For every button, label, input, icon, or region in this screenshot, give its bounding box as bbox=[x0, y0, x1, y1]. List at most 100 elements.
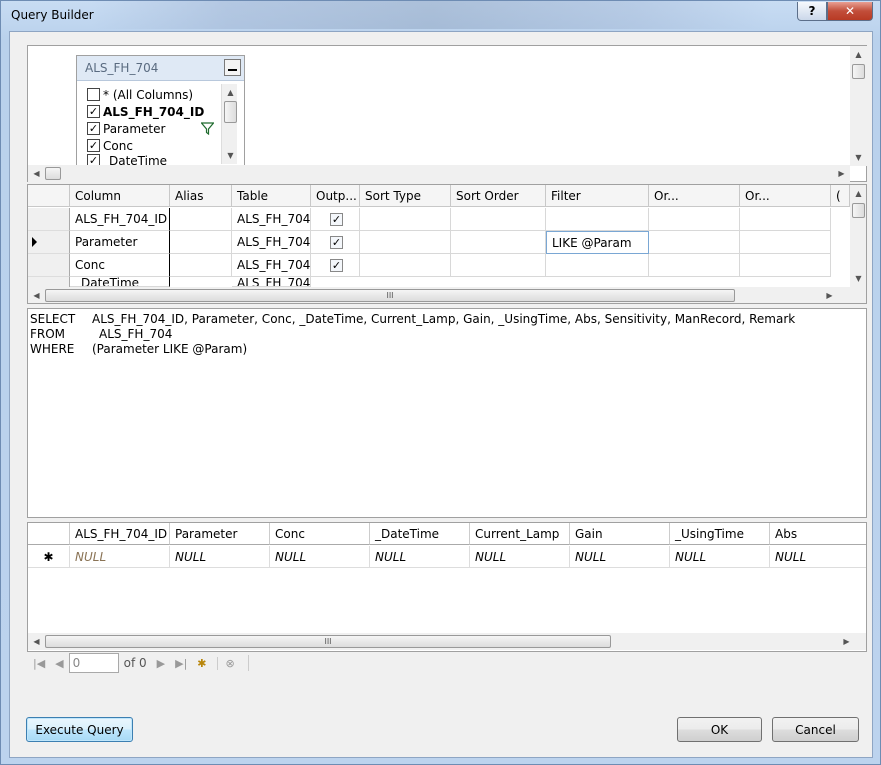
checkbox[interactable]: ✓ bbox=[87, 139, 100, 152]
column-item-parameter[interactable]: ✓ Parameter bbox=[87, 120, 165, 137]
header-output[interactable]: Outp... bbox=[311, 185, 360, 207]
criteria-pane[interactable]: Column Alias Table Outp... Sort Type Sor… bbox=[27, 184, 867, 304]
table-box[interactable]: ALS_FH_704 * (All Columns) ✓ ALS_FH_704_… bbox=[76, 55, 245, 166]
cell-alias[interactable] bbox=[170, 231, 232, 254]
cell-sort-type[interactable] bbox=[360, 231, 451, 254]
cancel-button[interactable]: Cancel bbox=[772, 717, 859, 742]
result-cell[interactable]: NULL bbox=[570, 546, 670, 568]
scrollbar-thumb[interactable] bbox=[224, 101, 237, 123]
next-record-icon[interactable]: ▶ bbox=[157, 657, 165, 670]
record-position-input[interactable]: 0 bbox=[68, 653, 119, 673]
execute-query-button[interactable]: Execute Query bbox=[26, 717, 133, 742]
scrollbar-thumb[interactable] bbox=[45, 167, 61, 180]
cell-table[interactable]: ALS_FH_704 bbox=[232, 254, 311, 277]
diagram-pane[interactable]: ALS_FH_704 * (All Columns) ✓ ALS_FH_704_… bbox=[27, 45, 867, 182]
scroll-up-arrow-icon[interactable]: ▲ bbox=[850, 185, 866, 202]
scroll-right-arrow-icon[interactable]: ▶ bbox=[821, 287, 838, 303]
scroll-up-arrow-icon[interactable]: ▲ bbox=[222, 84, 239, 101]
result-cell[interactable]: NULL bbox=[470, 546, 570, 568]
results-header-usingtime[interactable]: _UsingTime bbox=[670, 523, 770, 545]
filter-input[interactable]: LIKE @Param bbox=[546, 231, 649, 254]
header-table[interactable]: Table bbox=[232, 185, 311, 207]
cell-sort-order[interactable] bbox=[451, 254, 546, 277]
header-alias[interactable]: Alias bbox=[170, 185, 232, 207]
cell-output[interactable]: ✓ bbox=[311, 208, 360, 231]
result-cell[interactable]: NULL bbox=[670, 546, 770, 568]
checkbox[interactable]: ✓ bbox=[87, 122, 100, 135]
row-header[interactable] bbox=[28, 254, 70, 277]
output-checkbox[interactable]: ✓ bbox=[330, 259, 343, 272]
scroll-right-arrow-icon[interactable]: ▶ bbox=[838, 633, 855, 650]
cell-column[interactable]: ALS_FH_704_ID bbox=[70, 208, 170, 231]
cell-table[interactable]: ALS_FH_704 bbox=[232, 208, 311, 231]
criteria-horizontal-scrollbar[interactable]: ◀ III ▶ bbox=[28, 287, 866, 303]
cell-alias[interactable] bbox=[170, 208, 232, 231]
cell-filter[interactable] bbox=[546, 254, 649, 277]
results-header-abs[interactable]: Abs bbox=[770, 523, 866, 545]
row-header-selected[interactable] bbox=[28, 231, 70, 254]
sql-pane[interactable]: SELECT ALS_FH_704_ID, Parameter, Conc, _D… bbox=[27, 308, 867, 518]
header-or-2[interactable]: Or... bbox=[740, 185, 831, 207]
output-checkbox[interactable]: ✓ bbox=[330, 213, 343, 226]
column-item-all[interactable]: * (All Columns) bbox=[87, 86, 193, 103]
checkbox[interactable]: ✓ bbox=[87, 105, 100, 118]
header-sort-order[interactable]: Sort Order bbox=[451, 185, 546, 207]
scroll-down-arrow-icon[interactable]: ▼ bbox=[850, 149, 867, 166]
cell-or[interactable] bbox=[740, 231, 831, 254]
table-box-header[interactable]: ALS_FH_704 bbox=[77, 56, 244, 81]
diagram-horizontal-scrollbar[interactable]: ◀ ▶ bbox=[28, 165, 850, 182]
cell-column[interactable]: Conc bbox=[70, 254, 170, 277]
table-box-scrollbar[interactable]: ▲ ▼ bbox=[221, 84, 237, 164]
help-button[interactable]: ? bbox=[797, 2, 827, 21]
column-item-als-fh-704-id[interactable]: ✓ ALS_FH_704_ID bbox=[87, 103, 204, 120]
scroll-left-arrow-icon[interactable]: ◀ bbox=[28, 633, 45, 650]
cell-alias[interactable] bbox=[170, 254, 232, 277]
cell-sort-type[interactable] bbox=[360, 208, 451, 231]
row-header[interactable] bbox=[28, 208, 70, 231]
cell-or[interactable] bbox=[649, 208, 740, 231]
scroll-up-arrow-icon[interactable]: ▲ bbox=[850, 46, 867, 63]
criteria-vertical-scrollbar[interactable]: ▲ ▼ bbox=[850, 185, 866, 287]
header-filter[interactable]: Filter bbox=[546, 185, 649, 207]
results-header-conc[interactable]: Conc bbox=[270, 523, 370, 545]
scroll-down-arrow-icon[interactable]: ▼ bbox=[850, 270, 866, 287]
result-cell[interactable]: NULL bbox=[370, 546, 470, 568]
scroll-right-arrow-icon[interactable]: ▶ bbox=[833, 165, 850, 182]
cell-or[interactable] bbox=[740, 254, 831, 277]
result-cell[interactable]: NULL bbox=[770, 546, 866, 568]
header-sort-type[interactable]: Sort Type bbox=[360, 185, 451, 207]
diagram-vertical-scrollbar[interactable]: ▲ ▼ bbox=[850, 46, 867, 166]
cell-sort-type[interactable] bbox=[360, 254, 451, 277]
results-header-parameter[interactable]: Parameter bbox=[170, 523, 270, 545]
cell-column[interactable]: _DateTime bbox=[70, 277, 170, 287]
ok-button[interactable]: OK bbox=[677, 717, 762, 742]
result-cell[interactable]: NULL bbox=[170, 546, 270, 568]
result-cell[interactable]: NULL bbox=[70, 546, 170, 568]
new-record-icon[interactable]: ✱ bbox=[197, 657, 206, 670]
cell-table[interactable]: ALS_FH_704 bbox=[232, 277, 311, 287]
results-header-als-fh-704-id[interactable]: ALS_FH_704_ID bbox=[70, 523, 170, 545]
last-record-icon[interactable]: ▶| bbox=[175, 657, 187, 670]
header-or-1[interactable]: Or... bbox=[649, 185, 740, 207]
result-cell[interactable]: NULL bbox=[270, 546, 370, 568]
close-button[interactable]: ✕ bbox=[827, 2, 873, 21]
checkbox[interactable] bbox=[87, 88, 100, 101]
scrollbar-thumb[interactable] bbox=[852, 64, 865, 79]
previous-record-icon[interactable]: ◀ bbox=[55, 657, 63, 670]
cell-sort-order[interactable] bbox=[451, 208, 546, 231]
cell-or[interactable] bbox=[649, 254, 740, 277]
cell-output[interactable]: ✓ bbox=[311, 231, 360, 254]
cell-filter[interactable] bbox=[546, 208, 649, 231]
results-header-gain[interactable]: Gain bbox=[570, 523, 670, 545]
results-header-datetime[interactable]: _DateTime bbox=[370, 523, 470, 545]
scroll-left-arrow-icon[interactable]: ◀ bbox=[28, 287, 45, 303]
results-grid[interactable]: ALS_FH_704_ID Parameter Conc _DateTime C… bbox=[27, 522, 867, 652]
collapse-icon[interactable] bbox=[224, 59, 241, 76]
scrollbar-thumb[interactable]: III bbox=[45, 289, 735, 302]
header-column[interactable]: Column bbox=[70, 185, 170, 207]
scroll-down-arrow-icon[interactable]: ▼ bbox=[222, 147, 239, 164]
cell-or[interactable] bbox=[649, 231, 740, 254]
cell-or[interactable] bbox=[740, 208, 831, 231]
scrollbar-thumb[interactable]: III bbox=[45, 635, 611, 648]
scroll-left-arrow-icon[interactable]: ◀ bbox=[28, 165, 45, 182]
